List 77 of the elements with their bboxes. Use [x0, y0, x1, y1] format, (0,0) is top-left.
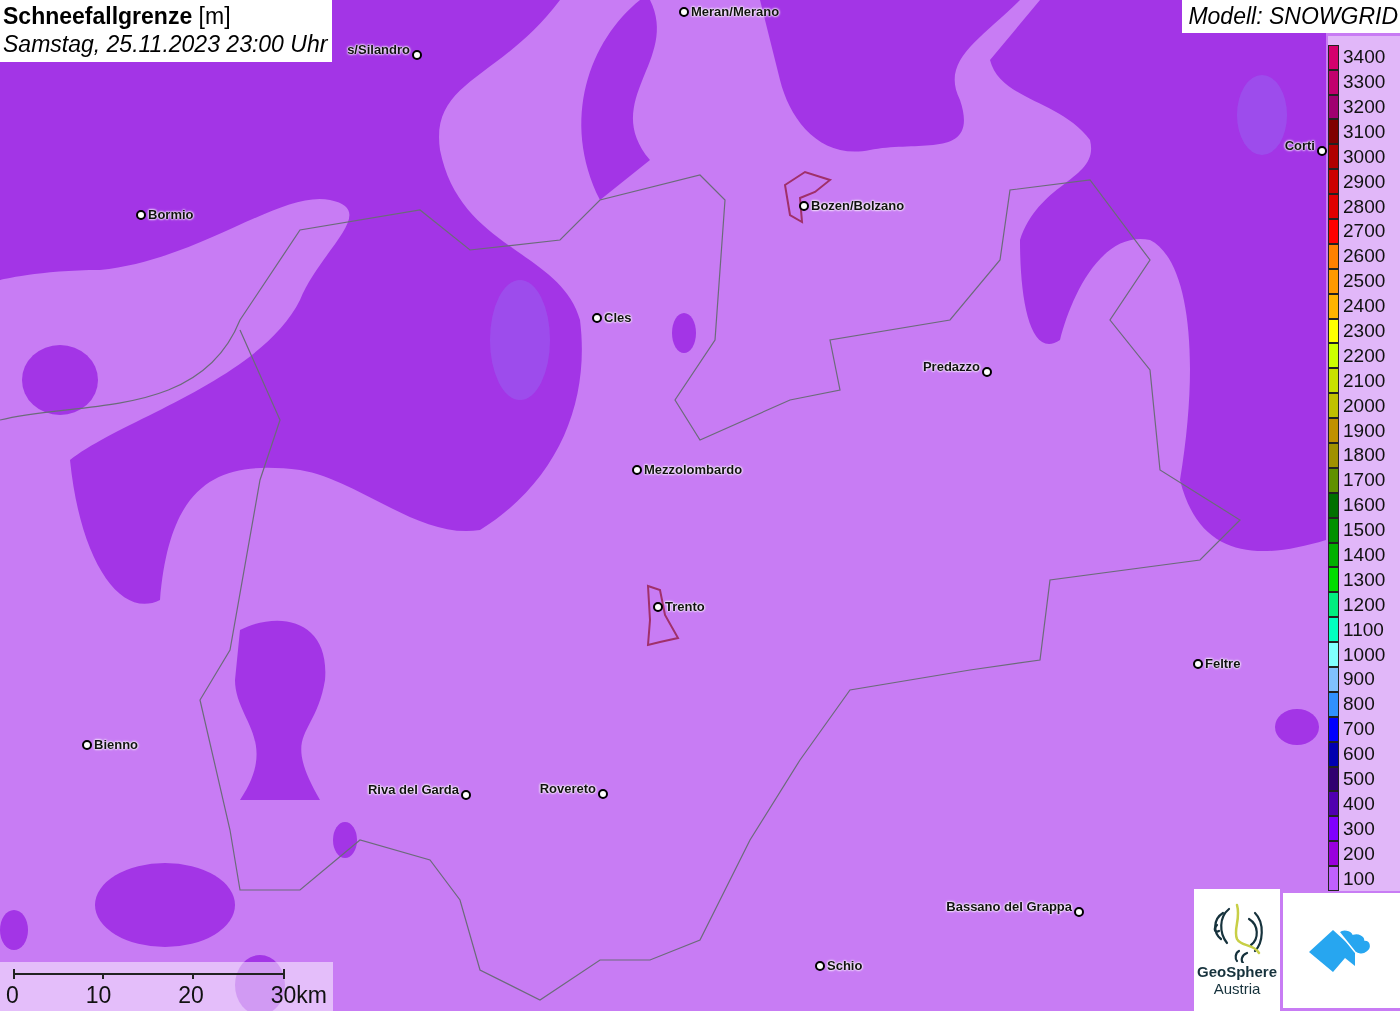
scale-label: 0: [6, 982, 19, 1009]
legend-label: 2300: [1343, 319, 1386, 342]
legend-label: 3300: [1343, 71, 1386, 94]
legend-label: 500: [1343, 768, 1375, 790]
scale-label: 20: [178, 982, 204, 1009]
legend-label: 1500: [1343, 519, 1386, 542]
legend-label: 400: [1343, 792, 1375, 815]
legend-label: 3100: [1343, 120, 1386, 143]
legend-label: 1800: [1343, 444, 1386, 467]
legend-label: 1000: [1343, 643, 1386, 666]
snowfall-zone: [672, 313, 696, 353]
model-label: Modell: SNOWGRID: [1182, 0, 1400, 33]
legend-label: 300: [1343, 817, 1375, 840]
place-name: Meran/Merano: [691, 4, 780, 19]
legend-label: 600: [1343, 743, 1375, 766]
place-marker-icon: [679, 6, 689, 17]
legend-label: 1100: [1343, 618, 1384, 641]
place-marker-icon: [1193, 658, 1203, 669]
place-name: Corti: [1284, 138, 1315, 153]
place-name: Bozen/Bolzano: [811, 198, 905, 213]
place-marker-icon: [592, 312, 602, 323]
place-name: Feltre: [1205, 656, 1241, 671]
legend-label: 2900: [1343, 170, 1386, 193]
place-marker-icon: [799, 200, 809, 211]
place-marker-icon: [461, 790, 471, 800]
legend-label: 1700: [1343, 469, 1386, 492]
legend-label: 200: [1343, 842, 1375, 865]
map-title: Schneefallgrenze [m]: [3, 2, 232, 30]
place-marker-icon: [412, 50, 422, 60]
legend-label: 2700: [1343, 220, 1386, 243]
place-name: Riva del Garda: [367, 782, 459, 797]
place-name: Bormio: [148, 207, 194, 222]
place-marker-icon: [136, 209, 146, 220]
place-name: Schio: [827, 958, 863, 973]
legend-label: 1400: [1343, 543, 1386, 566]
legend-label: 2200: [1343, 344, 1386, 367]
snowfall-zone: [333, 822, 357, 858]
legend-label: 100: [1343, 867, 1375, 890]
scale-label: 30km: [270, 982, 327, 1009]
legend-label: 2400: [1343, 295, 1386, 318]
snowfall-zone: [1275, 709, 1319, 745]
place-name: Trento: [665, 599, 705, 614]
legend-label: 2600: [1343, 245, 1386, 268]
legend-label: 1900: [1343, 419, 1386, 442]
place-marker-icon: [1074, 907, 1084, 917]
legend-label: 1200: [1343, 593, 1386, 616]
place-name: Rovereto: [539, 781, 596, 796]
place-marker-icon: [82, 739, 92, 750]
logo-name: GeoSphere: [1197, 963, 1277, 980]
legend-label: 2500: [1343, 270, 1386, 293]
place-name: Mezzolombardo: [644, 462, 743, 477]
legend-label: 900: [1343, 668, 1375, 691]
legend-label: 2800: [1343, 195, 1386, 218]
snowfall-zone: [0, 910, 28, 950]
legend-label: 700: [1343, 718, 1375, 741]
scale-ruler-icon: [13, 968, 285, 980]
place-marker-icon: [815, 960, 825, 971]
place-marker-icon: [982, 367, 992, 377]
place-name: s/Silandro: [347, 42, 410, 57]
place-marker-icon: [598, 789, 608, 799]
logo-subtitle: Austria: [1213, 980, 1261, 998]
place-marker-icon: [632, 464, 642, 475]
legend-label: 3200: [1343, 95, 1386, 118]
place-name: Cles: [604, 310, 632, 325]
legend-label: 2100: [1343, 369, 1386, 392]
legend-label: 800: [1343, 693, 1375, 716]
legend-label: 3000: [1343, 145, 1386, 168]
legend-label: 3400: [1343, 46, 1386, 69]
place-marker-icon: [653, 601, 663, 612]
place-name: Bassano del Grappa: [946, 899, 1072, 914]
scale-label: 10: [85, 982, 112, 1009]
forecast-time: Samstag, 25.11.2023 23:00 Uhr: [3, 30, 328, 58]
legend-label: 1600: [1343, 494, 1386, 517]
place-name: Predazzo: [922, 359, 980, 374]
legend-label: 2000: [1343, 394, 1386, 417]
place-name: Bienno: [94, 737, 139, 752]
legend-label: 1300: [1343, 568, 1386, 591]
